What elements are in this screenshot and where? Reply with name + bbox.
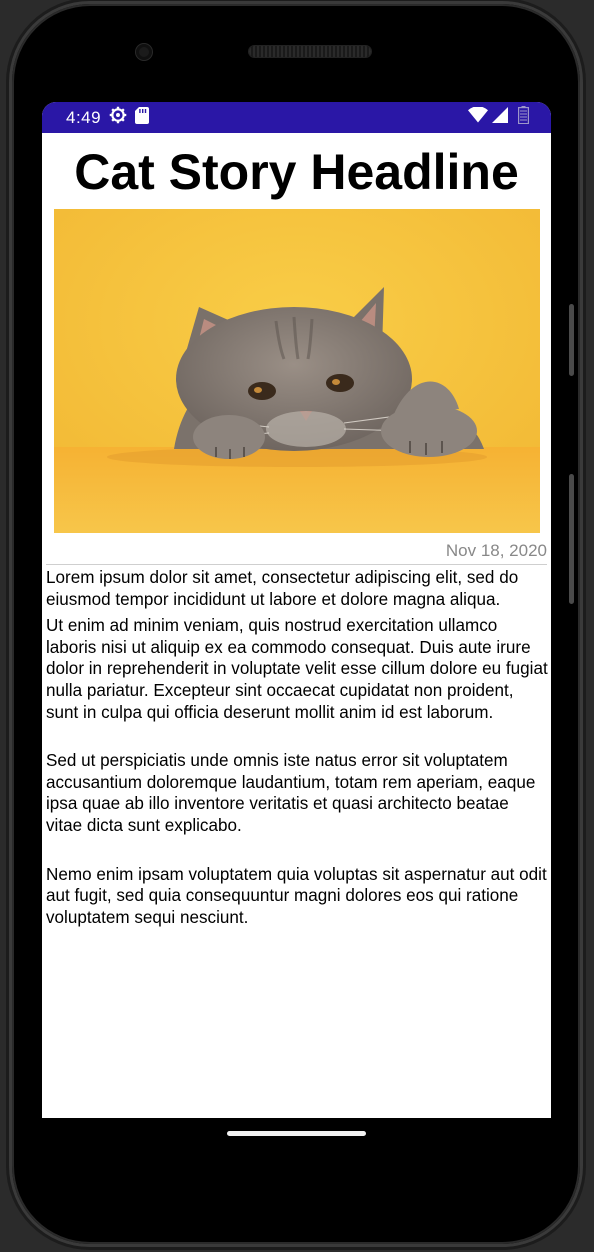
article-headline: Cat Story Headline <box>74 144 519 200</box>
article-date: Nov 18, 2020 <box>445 541 547 560</box>
article-body: Lorem ipsum dolor sit amet, consectetur … <box>46 567 548 928</box>
status-bar: 4:49 <box>42 102 551 133</box>
front-camera <box>136 44 152 60</box>
app-screen: 4:49 Cat Story Headline Nov 18, 2020 Lor… <box>42 102 551 1118</box>
power-button <box>569 474 574 604</box>
article-paragraph: Lorem ipsum dolor sit amet, consectetur … <box>46 568 519 609</box>
earpiece-speaker <box>249 46 371 57</box>
battery-icon <box>518 106 530 129</box>
article-paragraph: Nemo enim ipsam voluptatem quia voluptas… <box>46 864 547 927</box>
status-time: 4:49 <box>66 107 102 127</box>
cat-photo <box>54 209 540 533</box>
settings-gear-icon <box>109 106 127 129</box>
divider <box>46 564 547 565</box>
article-paragraph: Ut enim ad minim veniam, quis nostrud ex… <box>46 616 548 722</box>
wifi-icon <box>468 106 488 128</box>
article-paragraph: Sed ut perspiciatis unde omnis iste natu… <box>46 751 536 835</box>
home-gesture-bar[interactable] <box>227 1131 366 1136</box>
volume-button <box>569 304 574 376</box>
cellular-signal-icon <box>492 107 508 128</box>
sd-card-icon <box>135 106 150 129</box>
